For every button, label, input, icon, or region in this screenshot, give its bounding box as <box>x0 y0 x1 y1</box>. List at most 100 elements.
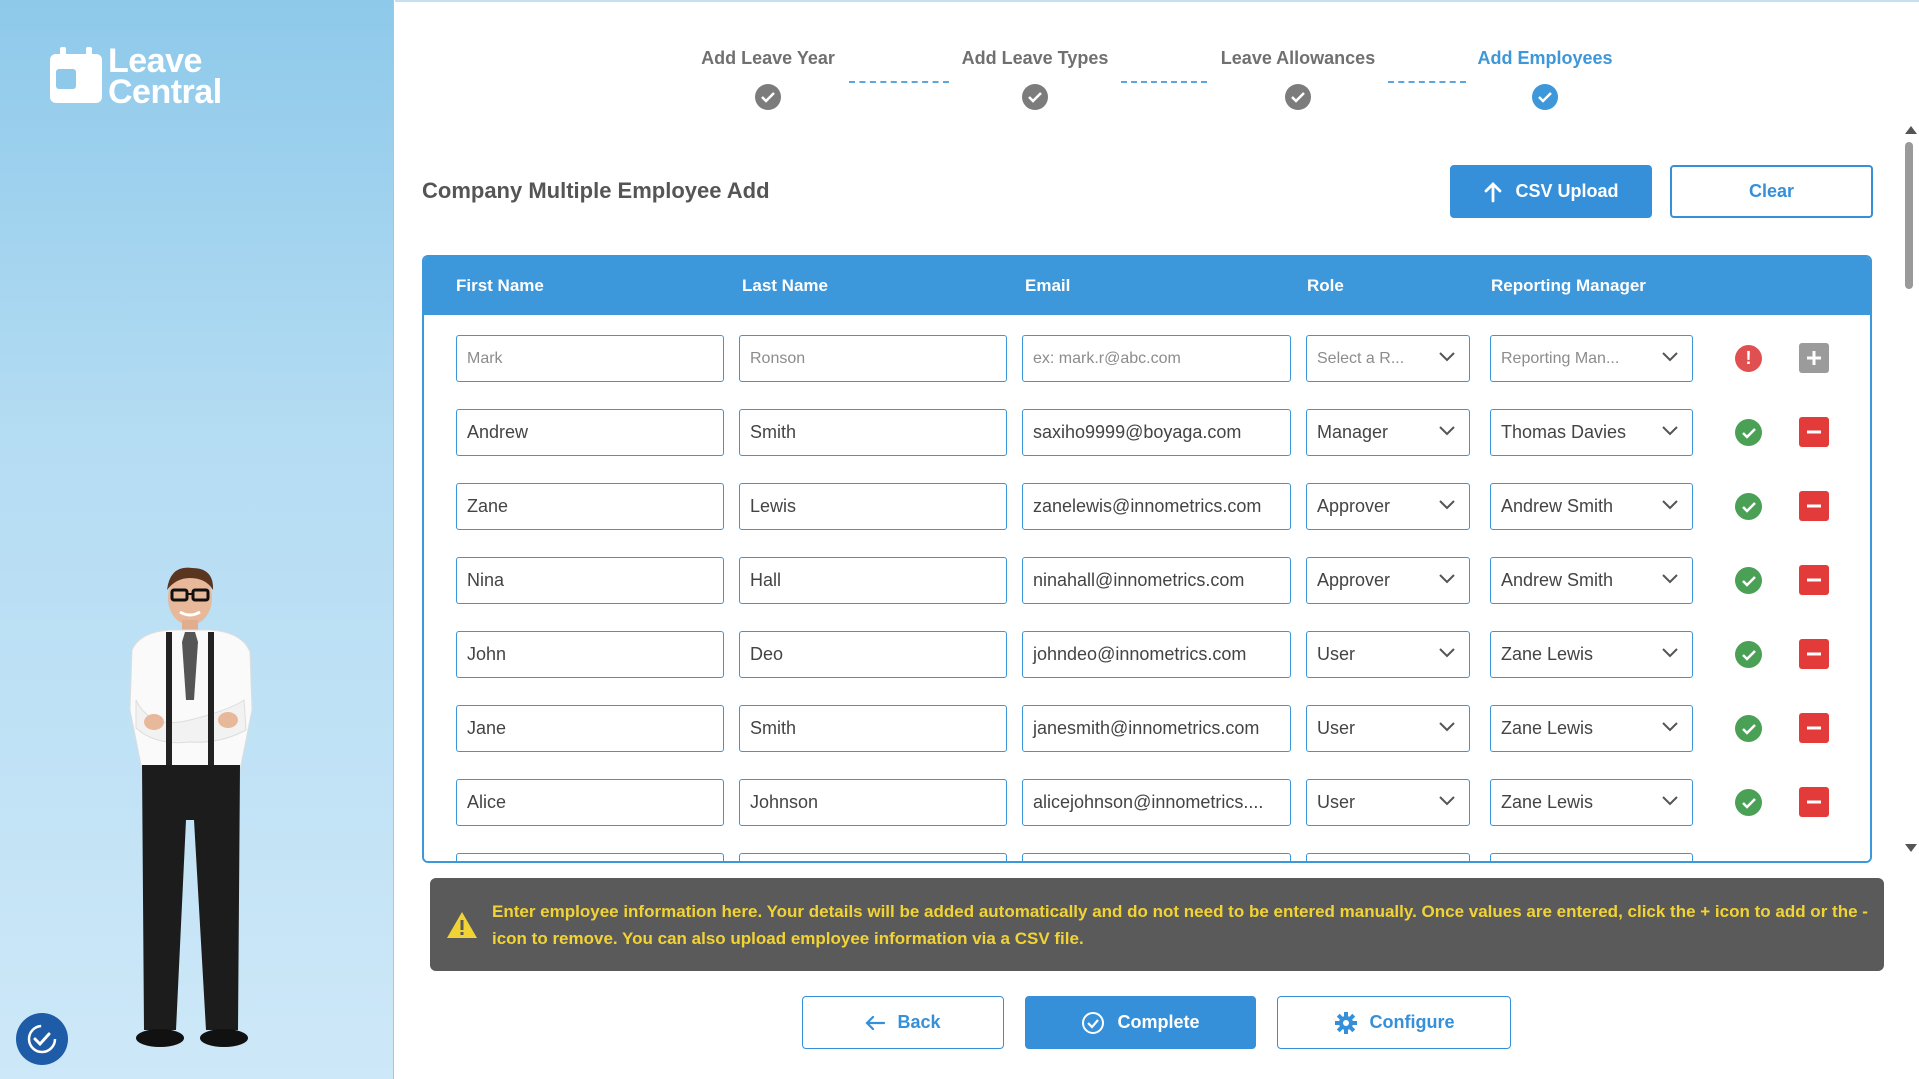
first-name-input[interactable]: Alice <box>456 779 724 826</box>
email-input[interactable] <box>1022 853 1291 861</box>
remove-row-button[interactable] <box>1799 639 1829 669</box>
step-add-employees[interactable]: Add Employees <box>1435 48 1655 110</box>
check-circle-icon <box>1081 1011 1105 1035</box>
valid-check-icon <box>1735 419 1762 446</box>
email-input[interactable]: ninahall@innometrics.com <box>1022 557 1291 604</box>
first-name-input[interactable]: Jane <box>456 705 724 752</box>
reporting-manager-select[interactable]: Zane Lewis <box>1490 705 1693 752</box>
page-title: Company Multiple Employee Add <box>422 178 770 203</box>
email-input[interactable]: janesmith@innometrics.com <box>1022 705 1291 752</box>
first-name-input[interactable]: Zane <box>456 483 724 530</box>
reporting-manager-select[interactable]: Andrew Smith <box>1490 557 1693 604</box>
scrollbar[interactable] <box>1902 122 1917 857</box>
last-name-input[interactable] <box>739 853 1007 861</box>
step-add-leave-year[interactable]: Add Leave Year <box>658 48 878 110</box>
app-logo: Leave Central <box>50 44 222 111</box>
chevron-down-icon <box>1439 796 1455 806</box>
column-first-name: First Name <box>456 276 544 295</box>
back-button[interactable]: Back <box>802 996 1004 1049</box>
remove-row-button[interactable] <box>1799 565 1829 595</box>
scroll-down-arrow-icon[interactable] <box>1905 844 1917 852</box>
accessibility-badge-icon[interactable] <box>16 1013 68 1065</box>
brand-name-line2: Central <box>108 73 222 111</box>
valid-check-icon <box>1735 715 1762 742</box>
chevron-down-icon <box>1662 722 1678 732</box>
reporting-manager-select[interactable]: Andrew Smith <box>1490 483 1693 530</box>
minus-icon <box>1807 652 1821 656</box>
role-select[interactable]: Approver <box>1306 483 1470 530</box>
role-value: User <box>1317 644 1356 664</box>
valid-check-icon <box>1735 567 1762 594</box>
clear-button[interactable]: Clear <box>1670 165 1873 218</box>
configure-button[interactable]: Configure <box>1277 996 1511 1049</box>
manager-value: Thomas Davies <box>1501 422 1627 442</box>
email-input[interactable]: saxiho9999@boyaga.com <box>1022 409 1291 456</box>
role-select[interactable]: User <box>1306 631 1470 678</box>
last-name-input[interactable]: Smith <box>739 705 1007 752</box>
remove-row-button[interactable] <box>1799 417 1829 447</box>
role-select[interactable]: User <box>1306 705 1470 752</box>
first-name-input[interactable]: Nina <box>456 557 724 604</box>
first-name-input[interactable] <box>456 853 724 861</box>
last-name-input[interactable]: Ronson <box>739 335 1007 382</box>
role-value: User <box>1317 718 1356 738</box>
step-complete-icon <box>1285 84 1311 110</box>
add-row-button[interactable] <box>1799 343 1829 373</box>
last-name-input[interactable]: Deo <box>739 631 1007 678</box>
chevron-down-icon <box>1662 426 1678 436</box>
role-value: User <box>1317 792 1356 812</box>
info-banner: Enter employee information here. Your de… <box>430 878 1884 971</box>
table-row: Jane Smith janesmith@innometrics.com Use… <box>424 705 1870 753</box>
role-select[interactable]: Select a R... <box>1306 335 1470 382</box>
last-name-input[interactable]: Lewis <box>739 483 1007 530</box>
reporting-manager-select[interactable]: Reporting Man... <box>1490 335 1693 382</box>
table-body[interactable]: Mark Ronson ex: mark.r@abc.com Select a … <box>424 315 1870 861</box>
role-select[interactable] <box>1306 853 1470 861</box>
chevron-down-icon <box>1662 796 1678 806</box>
last-name-input[interactable]: Hall <box>739 557 1007 604</box>
role-value: Manager <box>1317 422 1389 442</box>
email-input[interactable]: zanelewis@innometrics.com <box>1022 483 1291 530</box>
column-email: Email <box>1025 276 1071 295</box>
email-input[interactable]: ex: mark.r@abc.com <box>1022 335 1291 382</box>
error-icon: ! <box>1735 345 1762 372</box>
first-name-input[interactable]: Mark <box>456 335 724 382</box>
step-complete-icon <box>755 84 781 110</box>
warning-icon <box>447 911 477 938</box>
last-name-input[interactable]: Johnson <box>739 779 1007 826</box>
person-illustration <box>110 560 270 1060</box>
manager-value: Andrew Smith <box>1501 570 1614 590</box>
csv-upload-button[interactable]: CSV Upload <box>1450 165 1652 218</box>
remove-row-button[interactable] <box>1799 491 1829 521</box>
scrollbar-thumb[interactable] <box>1905 142 1913 289</box>
reporting-manager-select[interactable]: Zane Lewis <box>1490 779 1693 826</box>
role-select[interactable]: Manager <box>1306 409 1470 456</box>
scroll-up-arrow-icon[interactable] <box>1905 126 1917 134</box>
reporting-manager-select[interactable]: Thomas Davies <box>1490 409 1693 456</box>
chevron-down-icon <box>1439 500 1455 510</box>
email-input[interactable]: johndeo@innometrics.com <box>1022 631 1291 678</box>
minus-icon <box>1807 504 1821 508</box>
step-add-leave-types[interactable]: Add Leave Types <box>925 48 1145 110</box>
column-reporting-manager: Reporting Manager <box>1491 276 1646 295</box>
reporting-manager-select[interactable]: Zane Lewis <box>1490 631 1693 678</box>
reporting-manager-select[interactable] <box>1490 853 1693 861</box>
role-select[interactable]: User <box>1306 779 1470 826</box>
role-select[interactable]: Approver <box>1306 557 1470 604</box>
chevron-down-icon <box>1662 648 1678 658</box>
plus-icon <box>1807 351 1821 365</box>
email-input[interactable]: alicejohnson@innometrics.... <box>1022 779 1291 826</box>
main-content: Add Leave Year Add Leave Types Leave All… <box>395 0 1919 1079</box>
column-last-name: Last Name <box>742 276 828 295</box>
table-row: Nina Hall ninahall@innometrics.com Appro… <box>424 557 1870 605</box>
complete-button[interactable]: Complete <box>1025 996 1256 1049</box>
step-leave-allowances[interactable]: Leave Allowances <box>1188 48 1408 110</box>
minus-icon <box>1807 726 1821 730</box>
last-name-input[interactable]: Smith <box>739 409 1007 456</box>
first-name-input[interactable]: Andrew <box>456 409 724 456</box>
remove-row-button[interactable] <box>1799 713 1829 743</box>
remove-row-button[interactable] <box>1799 787 1829 817</box>
arrow-up-icon <box>1483 181 1503 203</box>
manager-value: Andrew Smith <box>1501 496 1614 516</box>
first-name-input[interactable]: John <box>456 631 724 678</box>
